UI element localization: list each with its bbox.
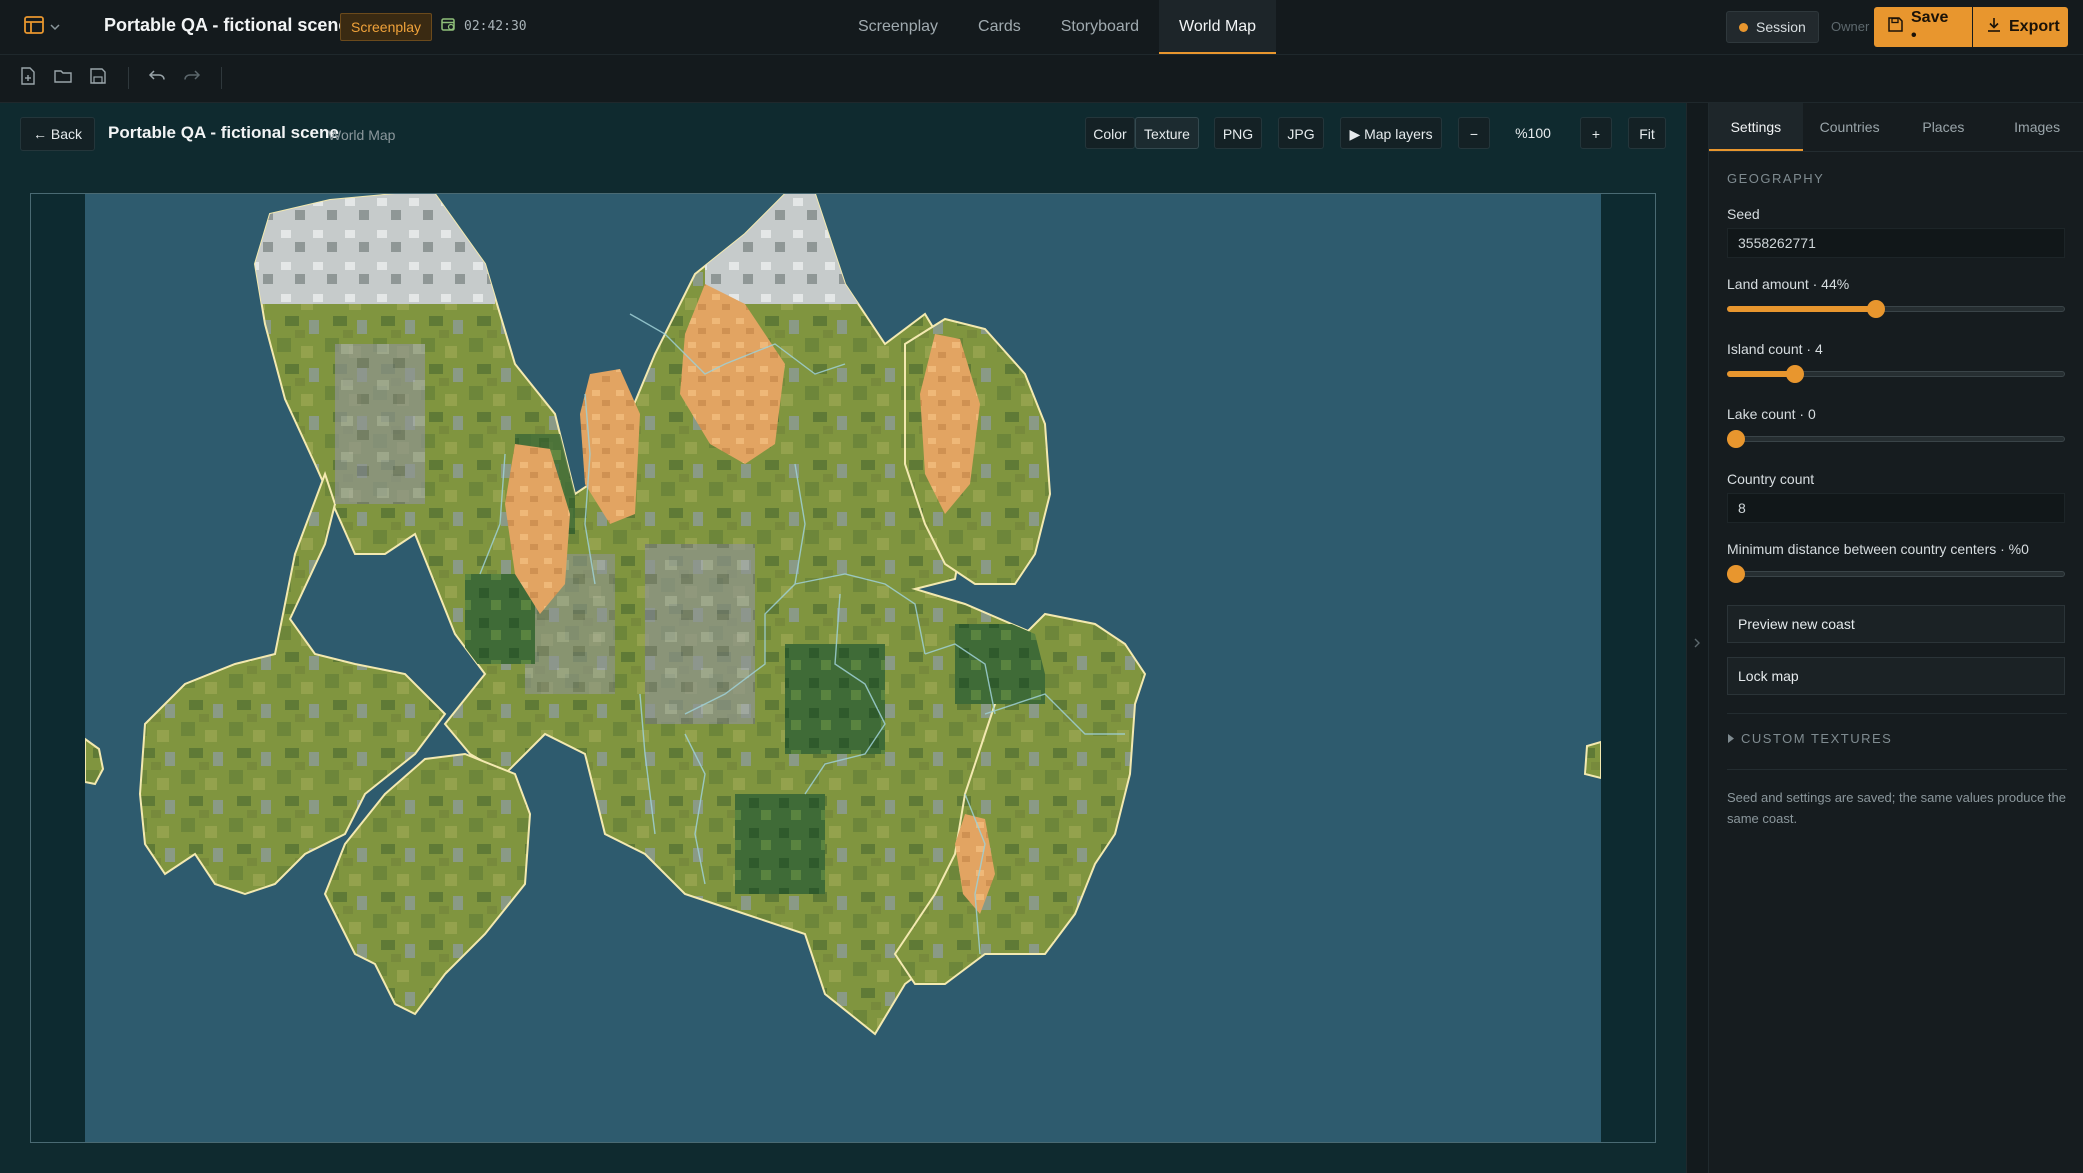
slider-track (1727, 571, 2065, 577)
panel-collapse-handle[interactable] (1686, 103, 1709, 1173)
settings-note: Seed and settings are saved; the same va… (1727, 790, 2066, 826)
rock-biome-1 (335, 344, 425, 504)
section-divider (1727, 769, 2067, 770)
texture-mode-button[interactable]: Texture (1135, 117, 1199, 149)
timer-value: 02:42:30 (464, 18, 527, 34)
session-status-dot (1739, 22, 1748, 32)
tab-settings[interactable]: Settings (1709, 103, 1803, 151)
mode-badge[interactable]: Screenplay (340, 13, 433, 41)
redo-button[interactable] (181, 67, 203, 89)
settings-panel: Settings Countries Places Images GEOGRAP… (1708, 103, 2083, 1173)
undo-icon (148, 69, 166, 88)
zoom-level: %100 (1515, 125, 1551, 141)
color-mode-button[interactable]: Color (1085, 117, 1135, 149)
slider-fill (1727, 371, 1795, 377)
forest-biome-4 (955, 624, 1045, 704)
tab-cards[interactable]: Cards (958, 0, 1041, 54)
custom-textures-label: CUSTOM TEXTURES (1741, 731, 1893, 746)
export-button[interactable]: Export (1973, 7, 2068, 47)
slider-thumb[interactable] (1866, 300, 1885, 318)
app-menu-button[interactable] (24, 15, 70, 39)
lake-count-label: Lake count · 0 (1727, 406, 1816, 422)
slider-track (1727, 436, 2065, 442)
download-icon (1987, 17, 2001, 37)
export-jpg-button[interactable]: JPG (1278, 117, 1324, 149)
zoom-in-button[interactable]: + (1580, 117, 1612, 149)
map-canvas-frame (30, 193, 1656, 1143)
island-count-label: Island count · 4 (1727, 341, 1823, 357)
undo-button[interactable] (146, 67, 168, 89)
min-distance-slider[interactable] (1727, 565, 2065, 583)
chevron-right-icon (1693, 635, 1701, 653)
tab-countries[interactable]: Countries (1803, 103, 1897, 151)
open-folder-icon (54, 68, 72, 89)
tab-screenplay[interactable]: Screenplay (838, 0, 958, 54)
lock-map-button[interactable]: Lock map (1727, 657, 2065, 695)
map-layers-button[interactable]: ▶ Map layers (1340, 117, 1442, 149)
west-edge-islet (85, 737, 105, 786)
seed-input[interactable]: 3558262771 (1727, 228, 2065, 258)
tool-bar (0, 55, 2083, 103)
timer-icon (440, 16, 456, 36)
east-edge-islet (1583, 740, 1601, 780)
lake-count-slider[interactable] (1727, 430, 2065, 448)
session-timer: 02:42:30 (440, 16, 527, 36)
section-divider (1727, 713, 2067, 714)
slider-fill (1727, 306, 1876, 312)
owner-label: Owner (1831, 19, 1870, 34)
workspace-subtitle: World Map (328, 127, 396, 143)
back-button[interactable]: ← Back (20, 117, 96, 151)
new-file-icon (20, 66, 36, 90)
min-distance-label: Minimum distance between country centers… (1727, 541, 2029, 557)
fit-button[interactable]: Fit (1628, 117, 1666, 149)
world-map-svg[interactable] (85, 194, 1601, 1142)
layout-icon (24, 15, 44, 39)
tab-images[interactable]: Images (1990, 103, 2083, 151)
redo-icon (183, 69, 201, 88)
save-label: Save • (1911, 9, 1949, 44)
preview-coast-button[interactable]: Preview new coast (1727, 605, 2065, 643)
tab-places[interactable]: Places (1897, 103, 1991, 151)
map-workspace: ← Back Portable QA - fictional scene Wor… (0, 103, 1686, 1173)
land-amount-slider[interactable] (1727, 300, 2065, 318)
top-bar: Portable QA - fictional scene Screenplay… (0, 0, 2083, 55)
snow-biome-west (255, 194, 495, 304)
chevron-down-icon (50, 18, 60, 36)
toolbar-divider (221, 67, 222, 89)
tab-storyboard[interactable]: Storyboard (1041, 0, 1159, 54)
slider-thumb[interactable] (1727, 430, 1745, 448)
save-button[interactable]: Save • (1874, 7, 1972, 47)
slider-thumb[interactable] (1785, 365, 1804, 383)
custom-textures-toggle[interactable]: CUSTOM TEXTURES (1727, 731, 1892, 746)
country-count-label: Country count (1727, 471, 1815, 487)
save-file-button[interactable] (87, 67, 109, 89)
workspace-header: ← Back Portable QA - fictional scene Wor… (0, 103, 1686, 163)
document-title: Portable QA - fictional scene (104, 15, 349, 35)
snow-biome-north (705, 194, 875, 304)
slider-thumb[interactable] (1727, 565, 1745, 583)
map-canvas[interactable] (85, 194, 1601, 1142)
main-nav: Screenplay Cards Storyboard World Map (838, 0, 1277, 54)
rock-biome-2 (645, 544, 755, 724)
island-count-slider[interactable] (1727, 365, 2065, 383)
forest-biome-3 (735, 794, 825, 894)
export-png-button[interactable]: PNG (1214, 117, 1262, 149)
save-disk-icon (90, 67, 106, 89)
session-button[interactable]: Session (1726, 11, 1819, 43)
landmass-group (85, 194, 1601, 1036)
save-icon (1888, 17, 1903, 37)
new-file-button[interactable] (17, 66, 39, 90)
session-label: Session (1756, 19, 1806, 35)
export-label: Export (2009, 18, 2060, 35)
geography-section-title: GEOGRAPHY (1727, 171, 1825, 186)
tab-world-map[interactable]: World Map (1159, 0, 1277, 54)
panel-tabs: Settings Countries Places Images (1709, 103, 2083, 152)
seed-label: Seed (1727, 206, 1760, 222)
land-amount-label: Land amount · 44% (1727, 276, 1850, 292)
open-folder-button[interactable] (52, 67, 74, 89)
workspace-title: Portable QA - fictional scene (108, 123, 339, 142)
country-count-input[interactable]: 8 (1727, 493, 2065, 523)
toolbar-divider (128, 67, 129, 89)
caret-right-icon (1727, 731, 1735, 746)
